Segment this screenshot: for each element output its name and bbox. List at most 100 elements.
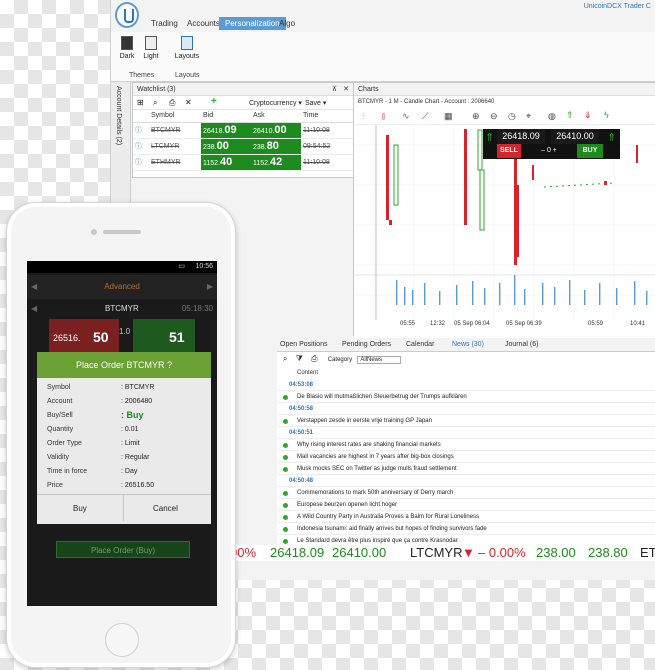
filter-icon[interactable]: ⧩ (296, 354, 303, 363)
table-row[interactable]: ⓘ ETHMYR 1152.40 1152.42 11:10:08 (133, 154, 353, 171)
time-axis-label: 12:32 (430, 321, 446, 327)
palette-icon[interactable]: ◍ (548, 111, 556, 122)
sell-arrow-icon[interactable]: ⇓ (584, 110, 592, 121)
column-time[interactable]: Time (301, 110, 353, 123)
news-time: 04:53:08 (289, 382, 314, 388)
news-item[interactable]: Indonesia tsunami: aid finally arrives b… (277, 524, 655, 535)
tab-pending-orders[interactable]: Pending Orders (342, 341, 391, 348)
mode-label[interactable]: Advanced (104, 282, 140, 291)
light-theme-button[interactable]: Light (139, 36, 163, 60)
print-icon[interactable]: ⎙ (311, 354, 317, 363)
bar-chart-icon[interactable]: ⫶ (362, 111, 364, 122)
tab-personalization[interactable]: Personalization (219, 17, 286, 30)
news-item[interactable]: Musk mocks SEC on Twitter as judge mulls… (277, 464, 655, 475)
watchlist-filter-select[interactable]: Cryptocurrency ▾ (249, 99, 302, 107)
find-icon[interactable]: ⌕ (153, 98, 157, 108)
buy-price[interactable]: 26410.00 (551, 129, 599, 144)
tab-algo[interactable]: Algo (279, 19, 295, 28)
dialog-row: Price: 26516.50 (37, 480, 211, 493)
chart-subtitle: BTCMYR - 1 M - Candle Chart - Account : … (358, 99, 495, 105)
ribbon-toolbar: Dark Light Layouts Themes Layouts (111, 32, 655, 82)
news-item[interactable]: Why rising interest rates are shaking fi… (277, 440, 655, 451)
status-dot-icon (283, 395, 288, 400)
status-time: 10:56 (195, 263, 213, 270)
line-chart-icon[interactable]: ∿ (402, 111, 410, 122)
layouts-button[interactable]: Layouts (173, 36, 201, 60)
buy-button[interactable]: BUY (577, 144, 603, 158)
candle-chart-icon[interactable]: ⫾ (382, 111, 385, 122)
table-row[interactable]: ⓘ LTCMYR 238.00 238.80 09:54:52 (133, 138, 353, 155)
dialog-cancel-button[interactable]: Cancel (153, 504, 178, 513)
column-ask[interactable]: Ask (251, 110, 301, 123)
quantity-stepper[interactable]: – 0 + (523, 144, 575, 158)
news-item[interactable]: A Wild Country Party in Australia Proves… (277, 512, 655, 523)
tab-calendar[interactable]: Calendar (406, 341, 434, 348)
info-icon[interactable]: ⓘ (135, 143, 142, 150)
dialog-row: Order Type: Limit (37, 438, 211, 451)
category-select[interactable]: AllNews (357, 356, 401, 364)
watchlist-header: Watchlist (3) ⊼ ✕ (133, 83, 353, 96)
prev-arrow-icon[interactable]: ◀ (31, 275, 37, 299)
sell-price[interactable]: 26418.09 (497, 129, 545, 144)
dialog-row-value: : 0.01 (121, 426, 139, 433)
prev-symbol-icon[interactable]: ◀ (31, 304, 37, 313)
autotrade-icon[interactable]: ϟ (604, 110, 609, 120)
bid-small: 1152. (203, 160, 220, 167)
grid-icon[interactable]: ▦ (444, 111, 453, 122)
find-icon[interactable]: ⌕ (283, 354, 287, 363)
ask-cell[interactable]: 238.80 (251, 138, 301, 155)
time-axis-label: 05 Sep 06:04 (454, 321, 490, 327)
home-button[interactable] (105, 623, 139, 657)
bid-cell[interactable]: 1152.40 (201, 154, 251, 171)
news-headline: Musk mocks SEC on Twitter as judge mulls… (297, 466, 457, 472)
dialog-buy-button[interactable]: Buy (73, 504, 87, 513)
column-bid[interactable]: Bid (201, 110, 251, 123)
save-button[interactable]: Save ▾ (305, 99, 326, 107)
next-arrow-icon[interactable]: ▶ (207, 275, 213, 299)
zoom-in-icon[interactable]: ⊕ (472, 111, 480, 122)
dialog-row-key: Time in force (47, 468, 88, 475)
table-row[interactable]: ⓘ BTCMYR 26418.09 26410.00 11:10:08 (133, 122, 353, 139)
tab-open-positions[interactable]: Open Positions (280, 341, 327, 348)
bid-cell[interactable]: 238.00 (201, 138, 251, 155)
bid-big: 00 (216, 140, 229, 152)
dialog-row: Symbol: BTCMYR (37, 382, 211, 395)
candle-8 (516, 185, 519, 257)
tab-trading[interactable]: Trading (151, 19, 178, 28)
print-icon[interactable]: ⎙ (169, 98, 175, 108)
sell-button[interactable]: SELL (497, 144, 521, 158)
watchlist-table: Symbol Bid Ask Time ⓘ BTCMYR 26418.09 26… (133, 110, 353, 171)
buy-arrow-icon[interactable]: ⇑ (566, 110, 574, 121)
tab-accounts[interactable]: Accounts (187, 19, 220, 28)
news-item[interactable]: De Blasio will mutmaßlichen Steuerbetrug… (277, 392, 655, 403)
ask-small: 1152. (253, 160, 270, 167)
news-item[interactable]: Mall vacancies are highest in 7 years af… (277, 452, 655, 463)
info-icon[interactable]: ⓘ (135, 159, 142, 166)
plus-qty-icon[interactable]: + (551, 147, 557, 154)
tab-journal[interactable]: Journal (6) (505, 341, 538, 348)
crosshair-icon[interactable]: ⌖ (526, 111, 531, 122)
close-icon[interactable]: ✕ (343, 85, 349, 93)
add-symbol-icon[interactable]: ⊞ (137, 98, 144, 107)
bid-cell[interactable]: 26418.09 (201, 122, 251, 139)
tab-news[interactable]: News (30) (452, 341, 484, 348)
bg-buy-price-big: 51 (169, 329, 185, 345)
phone-device: ▭ 10:56 ◀ Advanced ▶ ◀ BTCMYR 05:18:30 2… (6, 202, 236, 668)
time-axis-label: 10:41 (630, 321, 646, 327)
news-item[interactable]: Commemorations to mark 50th anniversary … (277, 488, 655, 499)
plus-icon[interactable]: + (211, 96, 217, 107)
news-item[interactable]: Europese beurzen openen licht hoger (277, 500, 655, 511)
news-item[interactable]: Verstappen zesde in eerste vrije trainin… (277, 416, 655, 427)
dark-theme-button[interactable]: Dark (115, 36, 139, 60)
indicator-icon[interactable]: ⟋ (422, 111, 428, 122)
ask-cell[interactable]: 26410.00 (251, 122, 301, 139)
pin-icon[interactable]: ⊼ (332, 85, 337, 93)
column-symbol[interactable]: Symbol (149, 110, 201, 123)
ask-cell[interactable]: 1152.42 (251, 154, 301, 171)
news-time-group: 04:53:08 (277, 380, 655, 391)
clock-icon[interactable]: ◷ (508, 111, 516, 122)
info-icon[interactable]: ⓘ (135, 127, 142, 134)
delete-icon[interactable]: ✕ (185, 98, 192, 107)
place-order-button[interactable]: Place Order (Buy) (56, 541, 190, 558)
zoom-out-icon[interactable]: ⊖ (490, 111, 498, 122)
